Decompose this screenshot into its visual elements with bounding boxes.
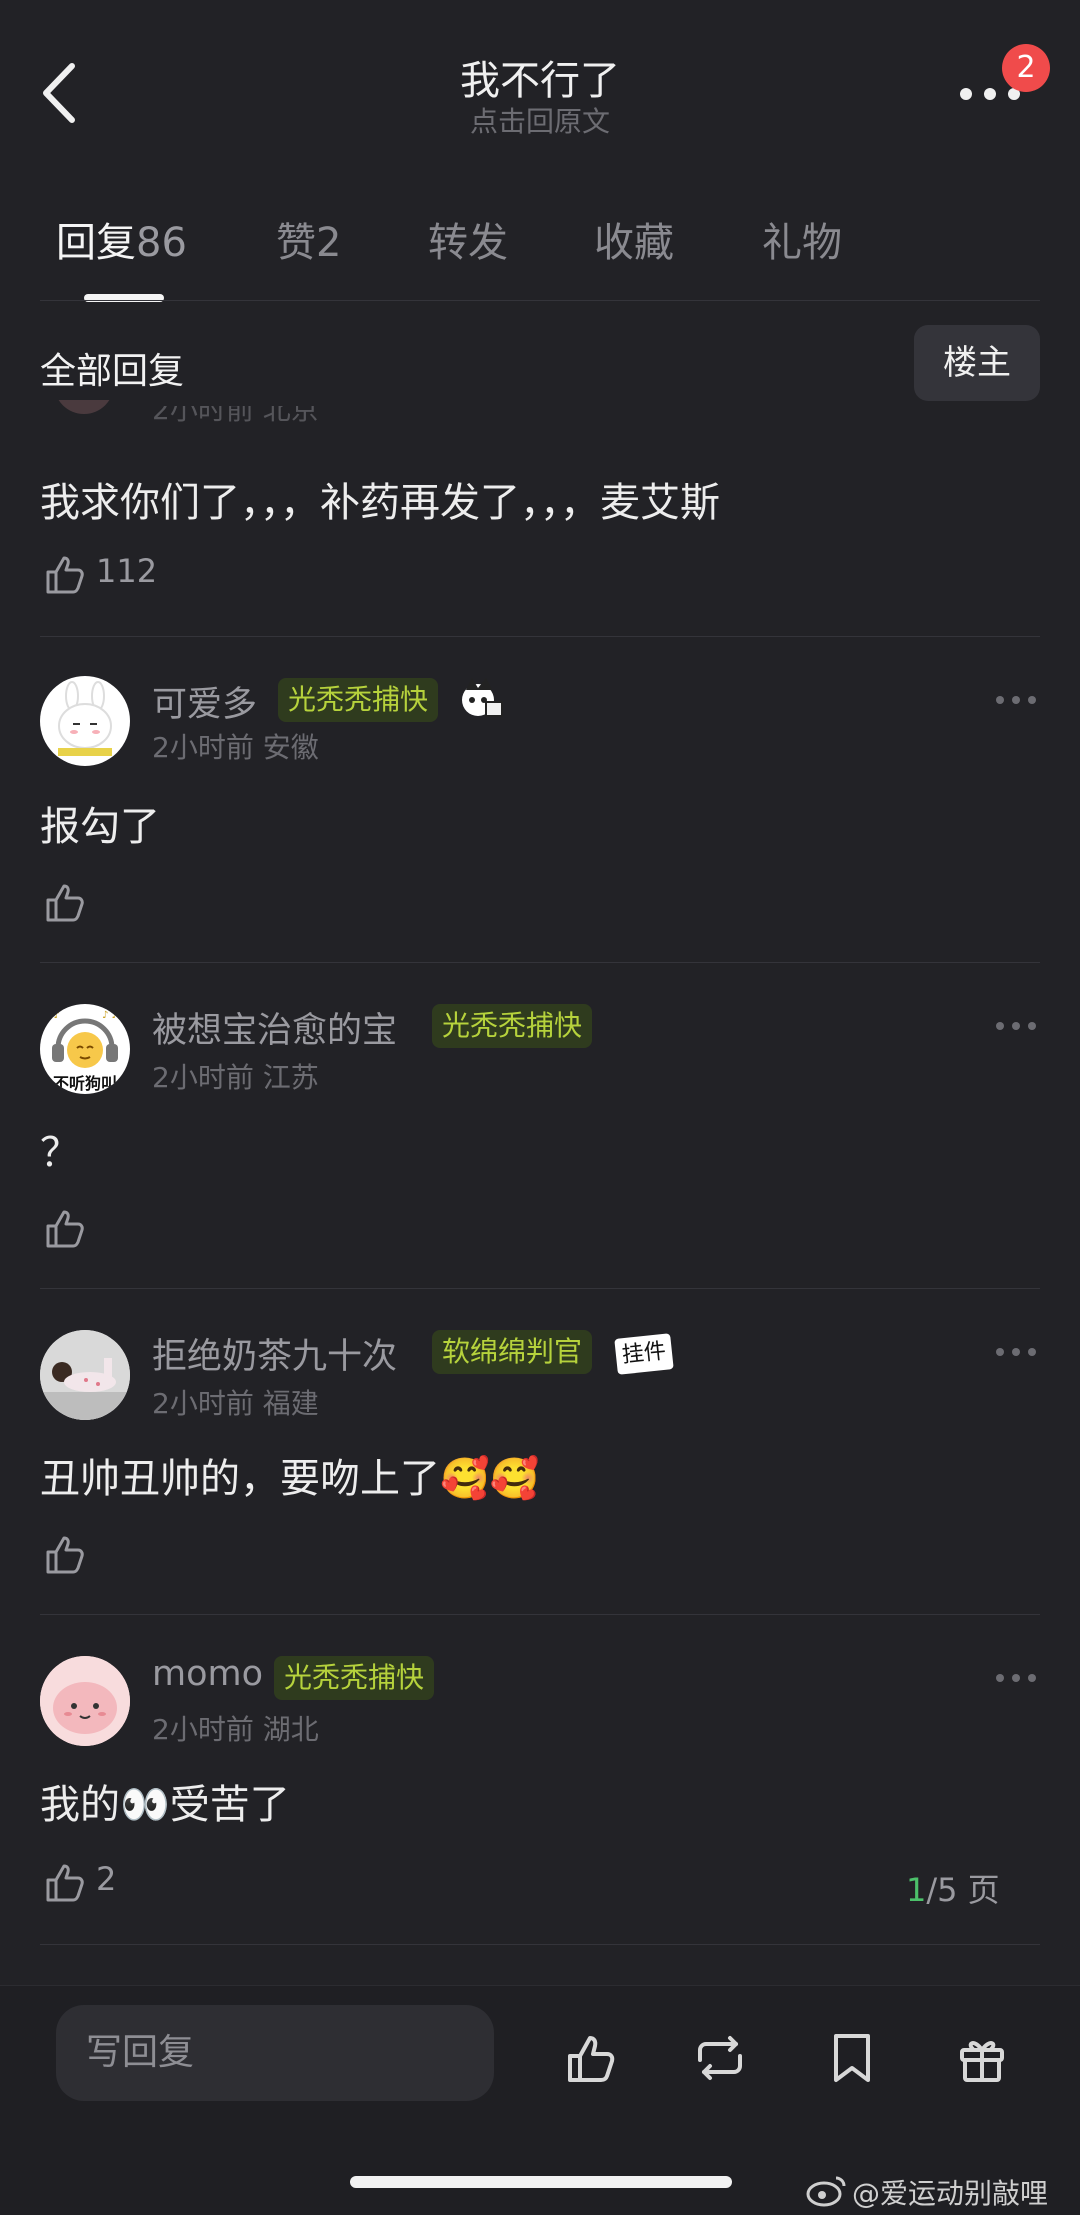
user-title-tag: 光秃秃捕快: [432, 1004, 593, 1048]
avatar[interactable]: ♪ ♪ ♪ ♪ 不听狗叫: [40, 1004, 130, 1094]
comment-text: 报勾了: [40, 804, 160, 850]
comment-meta: 2小时前 福建: [152, 1387, 319, 1420]
user-title-tag: 光秃秃捕快: [278, 678, 439, 722]
top-bar: 我不行了 点击回原文 2: [0, 0, 1080, 170]
comment-more-icon[interactable]: [996, 696, 1038, 706]
pendant-badge: 挂件: [614, 1333, 674, 1375]
like-icon[interactable]: [44, 1206, 88, 1250]
tab-label: 收藏: [594, 220, 674, 266]
comment-meta: 2小时前 安徽: [152, 731, 319, 764]
comment-item: 2小时前 北京 我求你们了，，，补药再发了，，，麦艾斯 112: [0, 400, 1080, 630]
comment-more-icon[interactable]: [996, 1674, 1038, 1684]
avatar[interactable]: [40, 1330, 130, 1420]
comment-meta: 2小时前 湖北: [152, 1713, 319, 1746]
comment-more-icon[interactable]: [996, 1348, 1038, 1358]
comment-text: ？: [40, 1130, 80, 1176]
host-filter-button[interactable]: 楼主: [914, 325, 1040, 401]
comment-item: ♪ ♪ ♪ ♪ 不听狗叫 被想宝治愈的宝 光秃秃捕快 2小时前 江苏 ？: [0, 962, 1080, 1288]
weibo-logo-icon: [806, 2176, 846, 2207]
avatar-partial: [54, 400, 114, 414]
username[interactable]: momo: [152, 1654, 263, 1694]
notification-badge: 2: [1002, 44, 1050, 92]
page-title: 我不行了: [460, 58, 620, 104]
divider: [40, 300, 1040, 301]
avatar[interactable]: [40, 676, 130, 766]
tab-label: 回复: [56, 220, 136, 266]
comment-more-icon[interactable]: [996, 1022, 1038, 1032]
bookmark-icon[interactable]: [824, 2030, 880, 2086]
avatar-caption: 不听狗叫: [52, 1074, 117, 1093]
watermark: @爱运动别敲哩: [852, 2177, 1049, 2210]
page-indicator[interactable]: 1/5 页: [906, 1865, 1000, 1911]
comment-item: 拒绝奶茶九十次 软绵绵判官 挂件 2小时前 福建 丑帅丑帅的，要吻上了🥰🥰: [0, 1288, 1080, 1614]
svg-text:♪ ♪: ♪ ♪: [102, 1010, 118, 1021]
total-pages: /5 页: [926, 1871, 1000, 1909]
svg-text:♪ ♪: ♪ ♪: [44, 1010, 60, 1021]
section-title: 全部回复: [40, 351, 185, 392]
avatar[interactable]: [40, 1656, 130, 1746]
like-count: 2: [96, 1860, 117, 1898]
current-page: 1: [906, 1871, 927, 1909]
username[interactable]: 可爱多: [152, 676, 257, 727]
app-screen: 我不行了 点击回原文 2 回复86 赞2 转发 收藏 礼物 全部回复 楼主 2小…: [0, 0, 1080, 2215]
gift-icon[interactable]: [954, 2030, 1010, 2086]
tab-label: 赞: [276, 220, 316, 266]
divider: [40, 1944, 1040, 1945]
tab-gifts[interactable]: 礼物: [762, 210, 842, 268]
like-icon[interactable]: [44, 880, 88, 924]
repost-icon[interactable]: [692, 2030, 748, 2086]
like-icon[interactable]: [44, 552, 88, 596]
comment-text: 我的👀受苦了: [40, 1782, 290, 1828]
user-title-tag: 光秃秃捕快: [274, 1656, 435, 1700]
tab-label: 礼物: [762, 220, 842, 266]
open-original-link[interactable]: 点击回原文: [0, 100, 1080, 140]
like-icon[interactable]: [564, 2030, 620, 2086]
comment-meta-partial: 2小时前 北京: [152, 406, 319, 426]
like-count: 112: [96, 552, 158, 590]
home-indicator[interactable]: [350, 2176, 732, 2188]
username[interactable]: 被想宝治愈的宝: [152, 1002, 397, 1053]
comment-meta: 2小时前 江苏: [152, 1061, 319, 1094]
comment-text: 丑帅丑帅的，要吻上了🥰🥰: [40, 1456, 540, 1502]
tab-count: 2: [316, 220, 342, 266]
username[interactable]: 拒绝奶茶九十次: [152, 1328, 397, 1379]
comment-text: 我求你们了，，，补药再发了，，，麦艾斯: [40, 480, 720, 526]
like-icon[interactable]: [44, 1532, 88, 1576]
tab-replies[interactable]: 回复86: [56, 210, 187, 268]
like-icon[interactable]: [44, 1860, 88, 1904]
tab-likes[interactable]: 赞2: [276, 210, 341, 268]
comment-item: 可爱多 光秃秃捕快 2小时前 安徽 报勾了: [0, 636, 1080, 962]
user-title-tag: 软绵绵判官: [432, 1330, 593, 1374]
tab-reposts[interactable]: 转发: [428, 210, 508, 268]
tab-label: 转发: [428, 220, 508, 266]
tab-favorites[interactable]: 收藏: [594, 210, 674, 268]
pendant-sticker-icon: [456, 672, 508, 724]
reply-input[interactable]: 写回复: [56, 2005, 494, 2101]
tab-count: 86: [136, 220, 187, 266]
tab-bar: 回复86 赞2 转发 收藏 礼物: [0, 210, 1080, 300]
